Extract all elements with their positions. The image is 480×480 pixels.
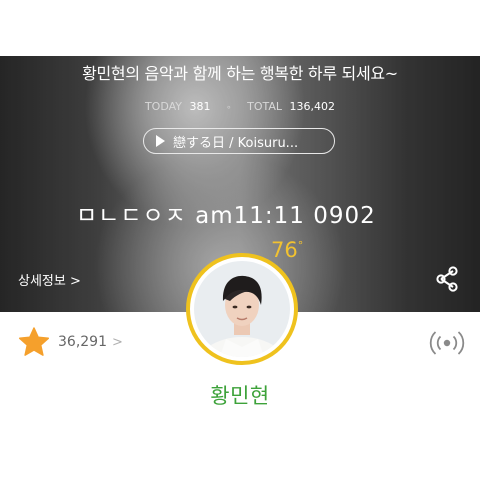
broadcast-icon — [429, 331, 465, 355]
today-label: TODAY — [144, 100, 182, 113]
visitor-counter: TODAY 381 ∘ TOTAL 136,402 — [0, 100, 480, 113]
temperature-indicator: 76° — [271, 238, 303, 262]
temperature-value: 76 — [271, 238, 298, 262]
minihompy-profile-screen: 황민현의 음악과 함께 하는 행복한 하루 되세요~ TODAY 381 ∘ T… — [0, 0, 480, 480]
bgm-title: 戀する日 / Koisuru... — [173, 135, 299, 151]
counter-separator: ∘ — [226, 103, 232, 113]
play-icon — [156, 135, 165, 147]
today-count: 381 — [189, 100, 211, 113]
profile-name: 황민현 — [210, 384, 270, 408]
profile-photo — [194, 261, 290, 357]
chevron-right-icon: > — [112, 334, 123, 350]
share-icon — [436, 266, 458, 292]
star-icon — [18, 327, 50, 356]
favorite-stat[interactable]: 36,291 > — [18, 326, 123, 358]
total-count: 136,402 — [289, 100, 336, 113]
favorite-count: 36,291 — [58, 334, 107, 350]
detail-info-link[interactable]: 상세정보 > — [18, 270, 81, 289]
profile-avatar[interactable] — [186, 253, 298, 365]
share-button[interactable] — [434, 266, 460, 292]
temperature-degree: ° — [297, 239, 304, 252]
handwritten-note: ㅁㄴㄷㅇㅈ am11:11 0902 — [76, 203, 376, 229]
broadcast-button[interactable] — [428, 328, 466, 358]
total-label: TOTAL — [247, 100, 283, 113]
greeting-message: 황민현의 음악과 함께 하는 행복한 하루 되세요~ — [82, 64, 398, 83]
bgm-player-button[interactable]: 戀する日 / Koisuru... — [143, 128, 335, 154]
